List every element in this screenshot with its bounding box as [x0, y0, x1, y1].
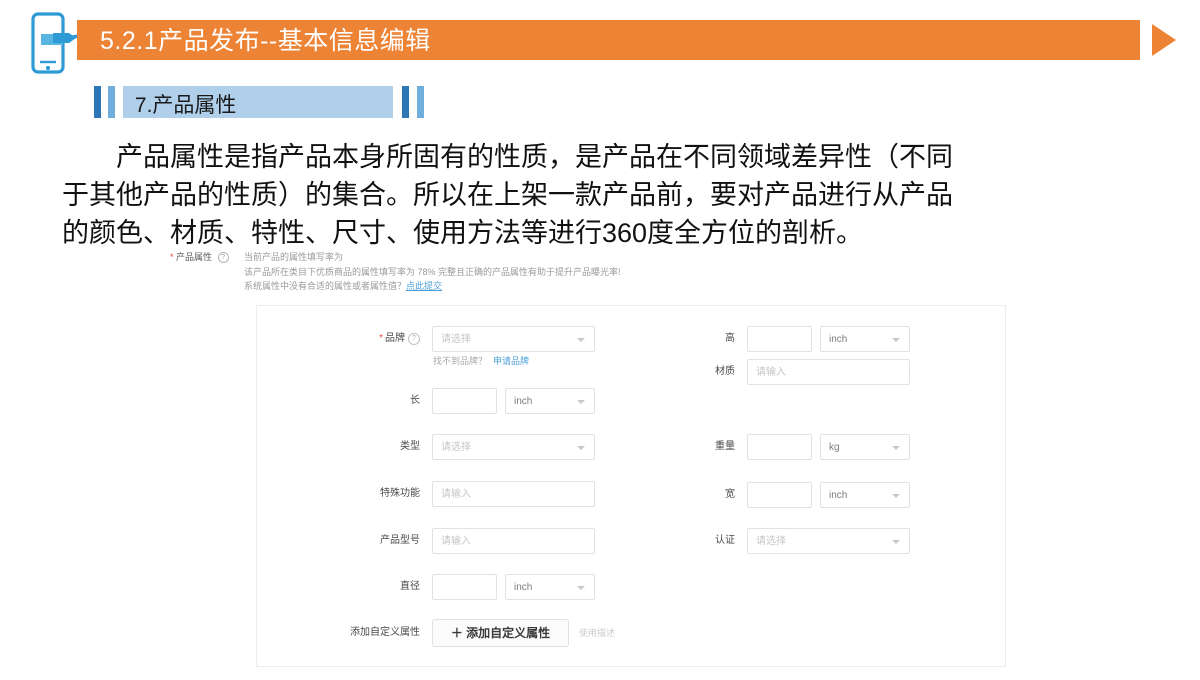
- length-unit-value: inch: [514, 396, 533, 407]
- model-placeholder: 请输入: [441, 536, 471, 547]
- notice-label: 产品属性: [176, 252, 213, 262]
- width-unit-select[interactable]: inch: [820, 482, 910, 508]
- form-label-diameter: 直径: [400, 581, 420, 592]
- header-title: 5.2.1产品发布--基本信息编辑: [100, 27, 431, 55]
- special-feature-placeholder: 请输入: [441, 489, 471, 500]
- form-label-special-feature: 特殊功能: [380, 488, 420, 499]
- paragraph-line-3: 的颜色、材质、特性、尺寸、使用方法等进行360度全方位的剖析。: [62, 218, 864, 248]
- height-input[interactable]: [747, 326, 812, 352]
- brand-sub-note-text: 找不到品牌？: [433, 356, 488, 366]
- form-row-diameter: 直径 inch: [257, 574, 657, 600]
- form-label-weight: 重量: [715, 441, 735, 452]
- form-row-length: 长 inch: [257, 388, 657, 414]
- form-row-brand: * 品牌? 请选择 找不到品牌？ 申请品牌: [257, 326, 657, 366]
- certification-select[interactable]: 请选择: [747, 528, 910, 554]
- question-mark-icon-brand[interactable]: ?: [408, 333, 420, 345]
- product-attribute-panel: * 品牌? 请选择 找不到品牌？ 申请品牌 长 inch 类型 请选择 特殊功能…: [256, 305, 1006, 667]
- length-unit-select[interactable]: inch: [505, 388, 595, 414]
- type-select-placeholder: 请选择: [441, 442, 471, 453]
- diameter-unit-select[interactable]: inch: [505, 574, 595, 600]
- add-custom-attribute-button[interactable]: ＋ 添加自定义属性: [432, 619, 569, 647]
- notice-text-block: 当前产品的属性填写率为 该产品所在类目下优质商品的属性填写率为 78% 完整且正…: [244, 250, 621, 294]
- form-row-type: 类型 请选择: [257, 434, 657, 460]
- accent-bar-light-left: [108, 86, 116, 118]
- form-row-model: 产品型号 请输入: [257, 528, 657, 554]
- form-label-custom-attribute: 添加自定义属性: [350, 627, 420, 638]
- custom-attribute-note: 使用描述: [579, 628, 616, 638]
- chevron-down-icon-width-unit: [892, 494, 900, 498]
- material-input[interactable]: 请输入: [747, 359, 910, 385]
- section-heading: 7.产品属性: [94, 86, 424, 120]
- chevron-down-icon-length-unit: [577, 400, 585, 404]
- chevron-down-icon-brand: [577, 338, 585, 342]
- form-row-material: 材质 请输入: [687, 359, 1005, 385]
- paragraph-line-1: 产品属性是指产品本身所固有的性质，是产品在不同领域差异性（不同: [62, 138, 1130, 176]
- form-row-width: 宽 inch: [687, 482, 1005, 508]
- form-row-weight: 重量 kg: [687, 434, 1005, 460]
- length-input[interactable]: [432, 388, 497, 414]
- notice-line-3-text: 系统属性中没有合适的属性或者属性值？: [244, 281, 407, 291]
- required-asterisk: *: [170, 252, 174, 262]
- weight-unit-value: kg: [829, 442, 840, 453]
- notice-line-2: 该产品所在类目下优质商品的属性填写率为 78% 完整且正确的产品属性有助于提升产…: [244, 266, 621, 277]
- special-feature-input[interactable]: 请输入: [432, 481, 595, 507]
- brand-select-placeholder: 请选择: [441, 334, 471, 345]
- model-input[interactable]: 请输入: [432, 528, 595, 554]
- apply-brand-link[interactable]: 申请品牌: [493, 356, 529, 366]
- accent-bar-dark-left: [94, 86, 101, 118]
- submit-attribute-link[interactable]: 点此提交: [406, 281, 442, 291]
- notice-line-3: 系统属性中没有合适的属性或者属性值？点此提交: [244, 279, 621, 294]
- form-label-height: 高: [725, 333, 735, 344]
- form-label-certification: 认证: [715, 535, 735, 546]
- brand-sub-note: 找不到品牌？ 申请品牌: [433, 354, 529, 367]
- form-row-custom-attribute: 添加自定义属性 ＋ 添加自定义属性 使用描述: [257, 619, 657, 647]
- question-mark-icon[interactable]: ?: [217, 252, 229, 263]
- chevron-down-icon-diameter-unit: [577, 586, 585, 590]
- slide-header: 5.2.1产品发布--基本信息编辑: [0, 0, 1200, 78]
- weight-input[interactable]: [747, 434, 812, 460]
- notice-label-group: * 产品属性 ?: [170, 250, 229, 263]
- chevron-down-icon-weight-unit: [892, 446, 900, 450]
- body-paragraph: 产品属性是指产品本身所固有的性质，是产品在不同领域差异性（不同 于其他产品的性质…: [62, 138, 1130, 252]
- chevron-down-icon-height-unit: [892, 338, 900, 342]
- certification-placeholder: 请选择: [756, 536, 786, 547]
- form-row-special-feature: 特殊功能 请输入: [257, 481, 657, 507]
- paragraph-line-1-text: 产品属性是指产品本身所固有的性质，是产品在不同领域差异性（不同: [116, 142, 953, 172]
- width-unit-value: inch: [829, 490, 848, 501]
- accent-bar-light-right: [416, 86, 424, 118]
- height-unit-select[interactable]: inch: [820, 326, 910, 352]
- type-select[interactable]: 请选择: [432, 434, 595, 460]
- chevron-down-icon-certification: [892, 540, 900, 544]
- section-heading-band: 7.产品属性: [122, 86, 393, 118]
- form-row-certification: 认证 请选择: [687, 528, 1005, 554]
- form-label-brand-text: 品牌: [385, 333, 405, 344]
- diameter-unit-value: inch: [514, 582, 533, 593]
- form-label-length: 长: [410, 395, 420, 406]
- accent-bar-dark-right: [402, 86, 410, 118]
- form-row-height: 高 inch: [687, 326, 1005, 352]
- weight-unit-select[interactable]: kg: [820, 434, 910, 460]
- paragraph-line-2: 于其他产品的性质）的集合。所以在上架一款产品前，要对产品进行从产品: [62, 180, 953, 210]
- form-label-brand: * 品牌?: [257, 326, 420, 352]
- form-label-type: 类型: [400, 441, 420, 452]
- height-unit-value: inch: [829, 334, 848, 345]
- diameter-input[interactable]: [432, 574, 497, 600]
- required-asterisk-brand: *: [379, 333, 383, 344]
- section-heading-label: 7.产品属性: [134, 94, 237, 117]
- chevron-down-icon-type: [577, 446, 585, 450]
- accent-bars-right: [402, 86, 424, 118]
- play-arrow-icon[interactable]: [1152, 24, 1176, 56]
- width-input[interactable]: [747, 482, 812, 508]
- form-label-material: 材质: [715, 366, 735, 377]
- notice-line-1: 当前产品的属性填写率为: [244, 252, 344, 262]
- form-label-width: 宽: [725, 489, 735, 500]
- brand-select[interactable]: 请选择: [432, 326, 595, 352]
- material-placeholder: 请输入: [756, 367, 786, 378]
- form-label-model: 产品型号: [380, 535, 420, 546]
